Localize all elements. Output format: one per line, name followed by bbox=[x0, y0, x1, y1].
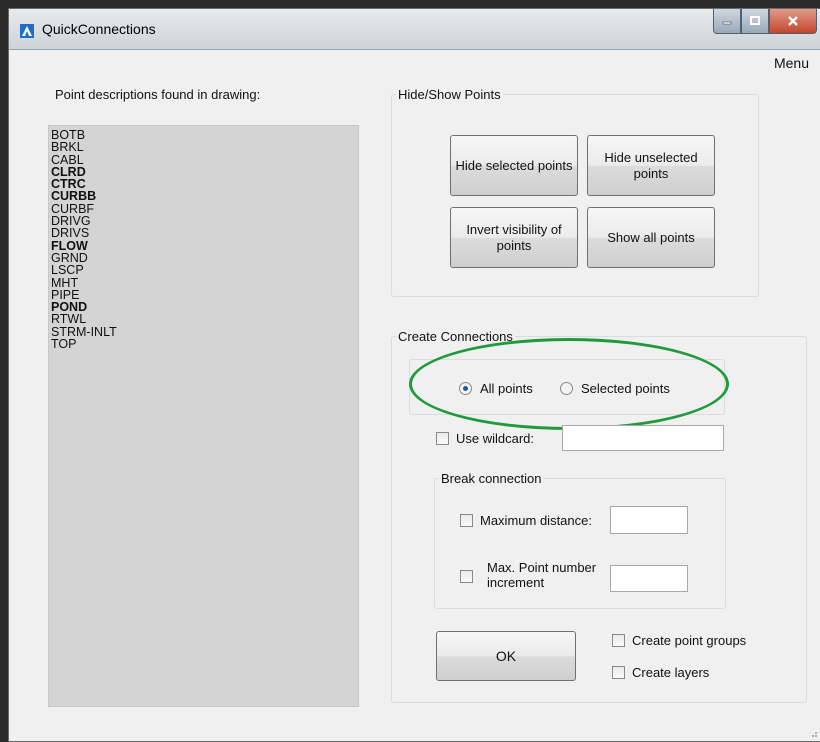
ok-button[interactable]: OK bbox=[436, 631, 576, 681]
max-increment-label[interactable]: Max. Point number increment bbox=[480, 560, 606, 590]
point-description-item[interactable]: DRIVG bbox=[51, 215, 358, 228]
close-icon bbox=[788, 16, 798, 26]
max-distance-label[interactable]: Maximum distance: bbox=[480, 513, 592, 528]
close-button[interactable] bbox=[769, 9, 817, 34]
point-description-item[interactable]: PIPE bbox=[51, 288, 358, 301]
window-title: QuickConnections bbox=[42, 21, 156, 37]
point-description-item[interactable]: CURBF bbox=[51, 202, 358, 215]
quickconnections-window: QuickConnections Menu Point descriptions… bbox=[8, 8, 820, 742]
max-increment-checkbox[interactable] bbox=[460, 570, 473, 583]
max-increment-input[interactable] bbox=[610, 565, 688, 592]
max-distance-checkbox[interactable] bbox=[460, 514, 473, 527]
selected-points-label[interactable]: Selected points bbox=[581, 381, 670, 396]
title-bar[interactable]: QuickConnections bbox=[9, 9, 820, 50]
hide-show-legend: Hide/Show Points bbox=[398, 87, 501, 102]
point-description-item[interactable]: CLRD bbox=[51, 165, 358, 178]
point-description-item[interactable]: BOTB bbox=[51, 129, 358, 142]
menu-bar: Menu bbox=[9, 50, 820, 72]
hide-selected-button[interactable]: Hide selected points bbox=[450, 135, 578, 196]
use-wildcard-checkbox[interactable] bbox=[436, 432, 449, 445]
app-logo-icon bbox=[20, 24, 34, 38]
points-list-label: Point descriptions found in drawing: bbox=[55, 87, 261, 102]
point-description-item[interactable]: TOP bbox=[51, 338, 358, 351]
show-all-points-button[interactable]: Show all points bbox=[587, 207, 715, 268]
create-layers-label[interactable]: Create layers bbox=[632, 665, 709, 680]
all-points-label[interactable]: All points bbox=[480, 381, 533, 396]
point-description-item[interactable]: CURBB bbox=[51, 190, 358, 203]
invert-visibility-button[interactable]: Invert visibility of points bbox=[450, 207, 578, 268]
point-description-item[interactable]: CTRC bbox=[51, 178, 358, 191]
point-description-item[interactable]: MHT bbox=[51, 276, 358, 289]
point-description-item[interactable]: BRKL bbox=[51, 141, 358, 154]
point-descriptions-list[interactable]: BOTB BRKL CABL CLRD CTRC CURBB CURBF DRIVG DRIVS… bbox=[48, 125, 359, 707]
create-layers-checkbox[interactable] bbox=[612, 666, 625, 679]
create-point-groups-checkbox[interactable] bbox=[612, 634, 625, 647]
wildcard-input[interactable] bbox=[562, 425, 724, 451]
minimize-icon bbox=[722, 21, 732, 25]
create-connections-legend: Create Connections bbox=[398, 329, 513, 344]
all-points-radio[interactable] bbox=[459, 382, 472, 395]
maximize-button[interactable] bbox=[741, 9, 769, 34]
minimize-button[interactable] bbox=[713, 9, 741, 34]
hide-unselected-button[interactable]: Hide unselected points bbox=[587, 135, 715, 196]
resize-grip-icon[interactable] bbox=[808, 728, 818, 738]
point-description-item[interactable]: LSCP bbox=[51, 264, 358, 277]
use-wildcard-label[interactable]: Use wildcard: bbox=[456, 431, 534, 446]
break-connection-legend: Break connection bbox=[441, 471, 542, 486]
point-description-item[interactable]: GRND bbox=[51, 252, 358, 265]
point-description-item[interactable]: CABL bbox=[51, 153, 358, 166]
point-description-item[interactable]: STRM-INLT bbox=[51, 325, 358, 338]
maximize-icon bbox=[750, 16, 760, 25]
caption-buttons bbox=[713, 9, 817, 37]
max-distance-input[interactable] bbox=[610, 506, 688, 534]
menu-item[interactable]: Menu bbox=[774, 55, 809, 71]
point-description-item[interactable]: RTWL bbox=[51, 313, 358, 326]
point-description-item[interactable]: FLOW bbox=[51, 239, 358, 252]
selected-points-radio[interactable] bbox=[560, 382, 573, 395]
create-point-groups-label[interactable]: Create point groups bbox=[632, 633, 746, 648]
point-description-item[interactable]: POND bbox=[51, 301, 358, 314]
point-description-item[interactable]: DRIVS bbox=[51, 227, 358, 240]
